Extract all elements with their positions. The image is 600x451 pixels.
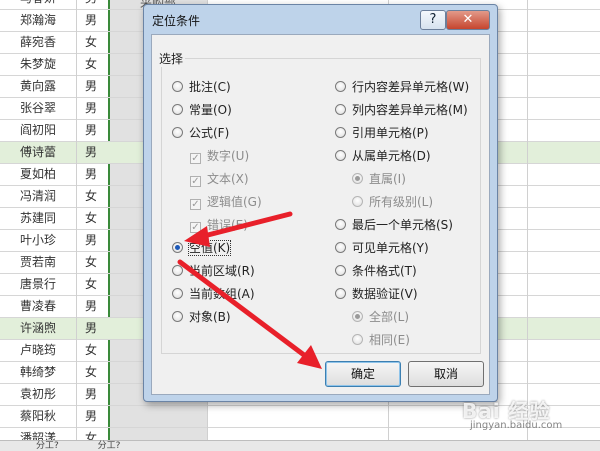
annotation-arrows — [177, 211, 322, 369]
watermark-url: jingyan.baidu.com — [470, 420, 563, 431]
arrow-to-blank-option — [197, 211, 293, 240]
arrow-to-ok-button — [177, 259, 311, 361]
arrow-head — [297, 345, 322, 369]
arrow-head — [184, 226, 210, 247]
